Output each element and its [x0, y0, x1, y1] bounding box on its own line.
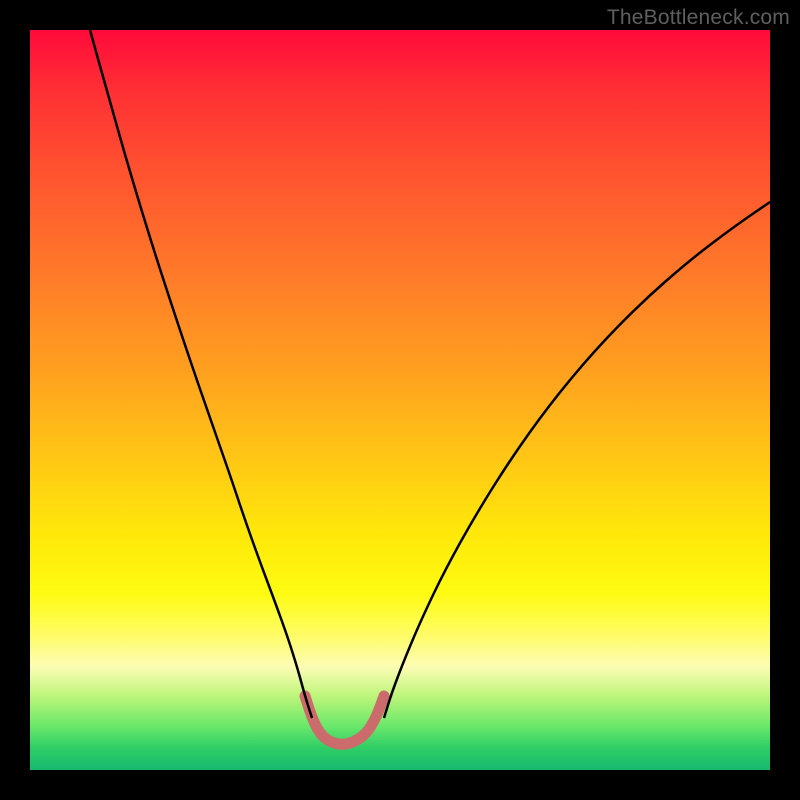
watermark-label: TheBottleneck.com: [607, 6, 790, 30]
left-branch-path: [90, 30, 312, 718]
chart-frame: TheBottleneck.com: [0, 0, 800, 800]
valley-highlight-path: [305, 696, 384, 744]
chart-curves: [30, 30, 770, 770]
plot-area: [30, 30, 770, 770]
right-branch-path: [384, 202, 770, 718]
